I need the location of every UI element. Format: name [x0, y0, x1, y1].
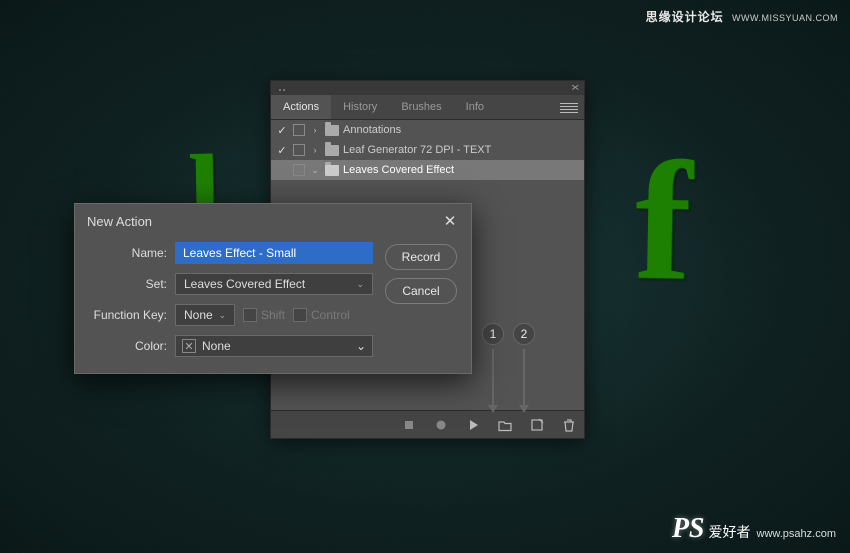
folder-icon: [325, 125, 339, 136]
new-action-dialog: New Action ✕ Name: Set: Leaves Covered E…: [74, 203, 472, 374]
play-icon[interactable]: [466, 418, 480, 432]
name-label: Name:: [79, 246, 167, 260]
trash-icon[interactable]: [562, 418, 576, 432]
action-label: Annotations: [343, 124, 401, 136]
color-select[interactable]: ✕ None ⌄: [175, 335, 373, 357]
watermark-top-url: WWW.MISSYUAN.COM: [732, 13, 838, 23]
stop-icon[interactable]: [402, 418, 416, 432]
chevron-down-icon: ⌄: [356, 279, 364, 290]
callout-number: 2: [513, 323, 535, 345]
expand-arrow-icon[interactable]: ›: [309, 144, 321, 156]
function-key-select[interactable]: None ⌄: [175, 304, 235, 326]
panel-collapse-dots-icon[interactable]: [277, 82, 285, 94]
record-icon[interactable]: [434, 418, 448, 432]
action-label: Leaves Covered Effect: [343, 164, 454, 176]
watermark-top-text: 思缘设计论坛: [646, 10, 724, 24]
action-label: Leaf Generator 72 DPI - TEXT: [343, 144, 491, 156]
toggle-check-icon[interactable]: ✓: [275, 143, 289, 157]
panel-drag-bar[interactable]: ×: [271, 81, 584, 95]
fkey-value: None: [184, 308, 213, 322]
dialog-title: New Action: [87, 214, 152, 229]
watermark-url: www.psahz.com: [757, 528, 836, 540]
folder-icon: [325, 145, 339, 156]
background-leaf-text-f: f: [634, 124, 694, 320]
tab-actions[interactable]: Actions: [271, 95, 331, 119]
arrow-shaft-icon: [492, 349, 494, 405]
action-row-annotations[interactable]: ✓ › Annotations: [271, 120, 584, 140]
function-key-label: Function Key:: [79, 308, 167, 322]
watermark-top: 思缘设计论坛 WWW.MISSYUAN.COM: [646, 8, 838, 25]
toggle-dialog-icon[interactable]: [293, 164, 305, 176]
panel-close-icon[interactable]: ×: [570, 82, 579, 94]
shift-checkbox: Shift: [243, 308, 285, 322]
callout-marker-1: 1: [482, 323, 504, 413]
toggle-dialog-icon[interactable]: [293, 124, 305, 136]
action-row-leaves-covered[interactable]: ⌄ Leaves Covered Effect: [271, 160, 584, 180]
panel-tabs: Actions History Brushes Info: [271, 95, 584, 120]
new-set-folder-icon[interactable]: [498, 418, 512, 432]
chevron-down-icon: ⌄: [218, 310, 226, 321]
chevron-down-icon: ⌄: [356, 339, 366, 353]
arrow-head-icon: [519, 405, 529, 413]
color-label: Color:: [79, 339, 167, 353]
panel-footer: [271, 410, 584, 438]
set-select[interactable]: Leaves Covered Effect ⌄: [175, 273, 373, 295]
callout-marker-2: 2: [513, 323, 535, 413]
color-none-icon: ✕: [182, 339, 196, 353]
arrow-head-icon: [488, 405, 498, 413]
watermark-ps-logo: PS: [672, 513, 705, 545]
expand-arrow-icon[interactable]: ⌄: [309, 164, 321, 176]
tab-info[interactable]: Info: [454, 95, 496, 119]
new-action-icon[interactable]: [530, 418, 544, 432]
callout-number: 1: [482, 323, 504, 345]
expand-arrow-icon[interactable]: ›: [309, 124, 321, 136]
close-icon[interactable]: ✕: [441, 212, 459, 230]
set-label: Set:: [79, 277, 167, 291]
toggle-dialog-icon[interactable]: [293, 144, 305, 156]
checkbox-icon: [293, 308, 307, 322]
arrow-shaft-icon: [523, 349, 525, 405]
tab-brushes[interactable]: Brushes: [389, 95, 453, 119]
panel-menu-icon[interactable]: [560, 102, 578, 114]
color-value: None: [202, 339, 350, 353]
toggle-check-icon[interactable]: [275, 163, 289, 177]
watermark-ch: 爱好者: [709, 522, 751, 542]
tab-history[interactable]: History: [331, 95, 389, 119]
toggle-check-icon[interactable]: ✓: [275, 123, 289, 137]
watermark-bottom: PS 爱好者 www.psahz.com: [672, 513, 836, 545]
cancel-button[interactable]: Cancel: [385, 278, 457, 304]
control-checkbox: Control: [293, 308, 350, 322]
name-input[interactable]: [175, 242, 373, 264]
set-value: Leaves Covered Effect: [184, 277, 305, 291]
dialog-titlebar[interactable]: New Action ✕: [75, 204, 471, 238]
record-button[interactable]: Record: [385, 244, 457, 270]
folder-open-icon: [325, 165, 339, 176]
action-row-leafgen[interactable]: ✓ › Leaf Generator 72 DPI - TEXT: [271, 140, 584, 160]
checkbox-icon: [243, 308, 257, 322]
